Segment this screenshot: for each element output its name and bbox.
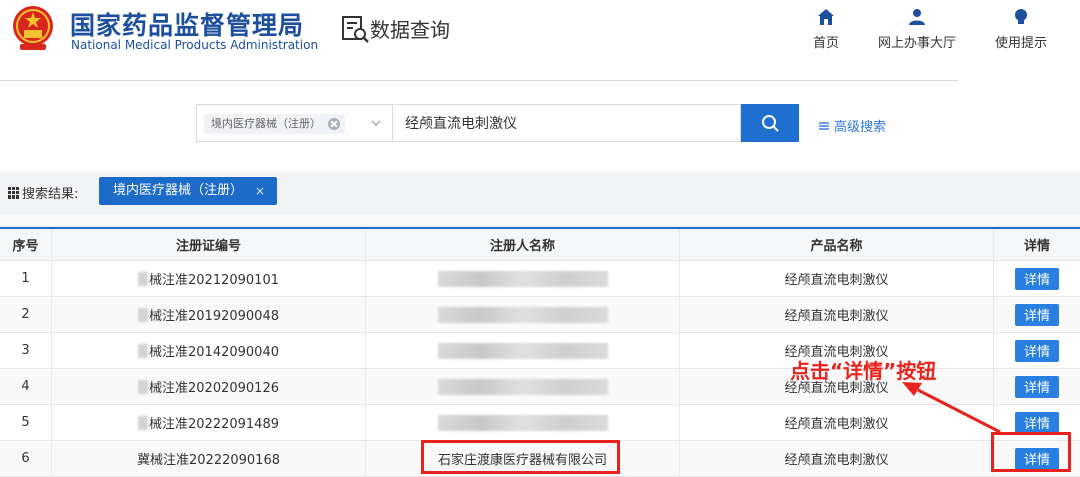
cell-detail: 详情 bbox=[994, 261, 1080, 296]
detail-button[interactable]: 详情 bbox=[1015, 339, 1059, 362]
redacted-registrant bbox=[437, 342, 608, 359]
redacted-registrant bbox=[437, 378, 608, 395]
results-label: 搜索结果: bbox=[8, 183, 78, 202]
category-tag-clear-icon[interactable] bbox=[328, 118, 340, 130]
header-detail: 详情 bbox=[1023, 239, 1050, 254]
redacted-registrant bbox=[437, 414, 608, 431]
results-label-text: 搜索结果: bbox=[22, 187, 79, 202]
nav-online-hall[interactable]: 网上办事大厅 bbox=[872, 8, 962, 51]
cell-registrant bbox=[366, 333, 680, 368]
data-query-icon bbox=[342, 16, 369, 43]
cell-cert: 冀械注准20222090168 bbox=[52, 441, 366, 476]
redacted-prefix bbox=[138, 415, 148, 430]
cell-cert: 械注准20192090048 bbox=[52, 297, 366, 332]
cell-product: 经颅直流电刺激仪 bbox=[680, 261, 994, 296]
redacted-registrant bbox=[437, 306, 608, 323]
highlight-detail-box bbox=[991, 432, 1071, 472]
cert-number: 冀械注准20222090168 bbox=[137, 453, 280, 468]
cell-detail: 详情 bbox=[994, 297, 1080, 332]
table-row: 5 械注准20222091489 经颅直流电刺激仪 详情 bbox=[0, 405, 1080, 441]
cell-cert: 械注准20202090126 bbox=[52, 369, 366, 404]
cert-number: 械注准20192090048 bbox=[149, 309, 279, 324]
cell-no: 1 bbox=[0, 261, 52, 296]
highlight-registrant-box bbox=[421, 440, 620, 474]
advanced-search-link[interactable]: 高级搜索 bbox=[818, 116, 886, 135]
search-button[interactable] bbox=[741, 104, 799, 142]
cell-registrant bbox=[366, 297, 680, 332]
cell-registrant bbox=[366, 405, 680, 440]
header-no: 序号 bbox=[0, 229, 52, 260]
filter-icon bbox=[819, 121, 829, 130]
results-table: 序号 注册证编号 注册人名称 产品名称 详情 1 械注准20212090101 经颅… bbox=[0, 215, 1080, 477]
header-cert: 注册证编号 bbox=[52, 229, 366, 260]
cell-cert: 械注准20212090101 bbox=[52, 261, 366, 296]
nav-usage-tips[interactable]: 使用提示 bbox=[976, 8, 1066, 51]
cert-number: 械注准20142090040 bbox=[149, 345, 279, 360]
redacted-prefix bbox=[138, 343, 148, 358]
result-filter-tag[interactable]: 境内医疗器械（注册） × bbox=[99, 177, 278, 205]
results-bar: 搜索结果: 境内医疗器械（注册） × bbox=[0, 171, 1080, 215]
header-registrant: 注册人名称 bbox=[366, 229, 680, 260]
cell-product: 经颅直流电刺激仪 bbox=[680, 441, 994, 476]
site-header: 国家药品监督管理局 National Medical Products Admi… bbox=[0, 0, 1080, 81]
redacted-registrant bbox=[437, 270, 608, 287]
cell-no: 2 bbox=[0, 297, 52, 332]
home-icon bbox=[818, 9, 834, 25]
annotation-text: 点击“详情”按钮 bbox=[790, 359, 937, 383]
table-row: 2 械注准20192090048 经颅直流电刺激仪 详情 bbox=[0, 297, 1080, 333]
nav-home[interactable]: 首页 bbox=[781, 8, 871, 51]
lightbulb-icon bbox=[1015, 9, 1027, 24]
detail-button[interactable]: 详情 bbox=[1015, 267, 1059, 290]
detail-button[interactable]: 详情 bbox=[1015, 303, 1059, 326]
cell-no: 6 bbox=[0, 441, 52, 476]
table-row: 1 械注准20212090101 经颅直流电刺激仪 详情 bbox=[0, 261, 1080, 297]
redacted-prefix bbox=[138, 379, 148, 394]
search-icon bbox=[762, 115, 779, 132]
user-icon bbox=[909, 9, 925, 25]
cert-number: 械注准20202090126 bbox=[149, 381, 279, 396]
table-filter-strip bbox=[0, 215, 1080, 227]
cell-cert: 械注准20142090040 bbox=[52, 333, 366, 368]
search-bar: 境内医疗器械（注册） bbox=[196, 104, 799, 142]
cert-number: 械注准20222091489 bbox=[149, 417, 279, 432]
advanced-search-label: 高级搜索 bbox=[834, 120, 887, 135]
cert-number: 械注准20212090101 bbox=[149, 273, 279, 288]
brand-title: 国家药品监督管理局 bbox=[70, 11, 305, 40]
detail-button[interactable]: 详情 bbox=[1015, 375, 1059, 398]
cell-no: 3 bbox=[0, 333, 52, 368]
national-emblem-icon bbox=[13, 6, 53, 50]
close-icon[interactable]: × bbox=[255, 177, 265, 205]
result-filter-tag-label: 境内医疗器械（注册） bbox=[113, 183, 244, 198]
redacted-prefix bbox=[138, 307, 148, 322]
cell-registrant bbox=[366, 261, 680, 296]
table-header: 序号 注册证编号 注册人名称 产品名称 详情 bbox=[0, 227, 1080, 261]
grid-icon bbox=[8, 186, 20, 199]
cell-registrant bbox=[366, 369, 680, 404]
cell-detail: 详情 bbox=[994, 333, 1080, 368]
chevron-down-icon bbox=[371, 120, 381, 126]
redacted-prefix bbox=[138, 271, 148, 286]
category-tag: 境内医疗器械（注册） bbox=[204, 114, 345, 134]
cell-no: 5 bbox=[0, 405, 52, 440]
section-title: 数据查询 bbox=[370, 18, 450, 42]
category-select[interactable]: 境内医疗器械（注册） bbox=[196, 104, 392, 142]
nav-online-hall-label: 网上办事大厅 bbox=[877, 36, 956, 51]
header-product: 产品名称 bbox=[680, 229, 994, 260]
header-divider bbox=[0, 80, 958, 81]
category-tag-label: 境内医疗器械（注册） bbox=[211, 117, 321, 130]
nav-usage-tips-label: 使用提示 bbox=[994, 36, 1047, 51]
cell-no: 4 bbox=[0, 369, 52, 404]
detail-button[interactable]: 详情 bbox=[1015, 411, 1059, 434]
cell-product: 经颅直流电刺激仪 bbox=[680, 405, 994, 440]
cell-cert: 械注准20222091489 bbox=[52, 405, 366, 440]
search-input[interactable] bbox=[392, 104, 741, 142]
brand-subtitle: National Medical Products Administration bbox=[71, 38, 319, 52]
cell-product: 经颅直流电刺激仪 bbox=[680, 297, 994, 332]
nav-home-label: 首页 bbox=[812, 36, 839, 51]
cell-detail: 详情 bbox=[994, 369, 1080, 404]
